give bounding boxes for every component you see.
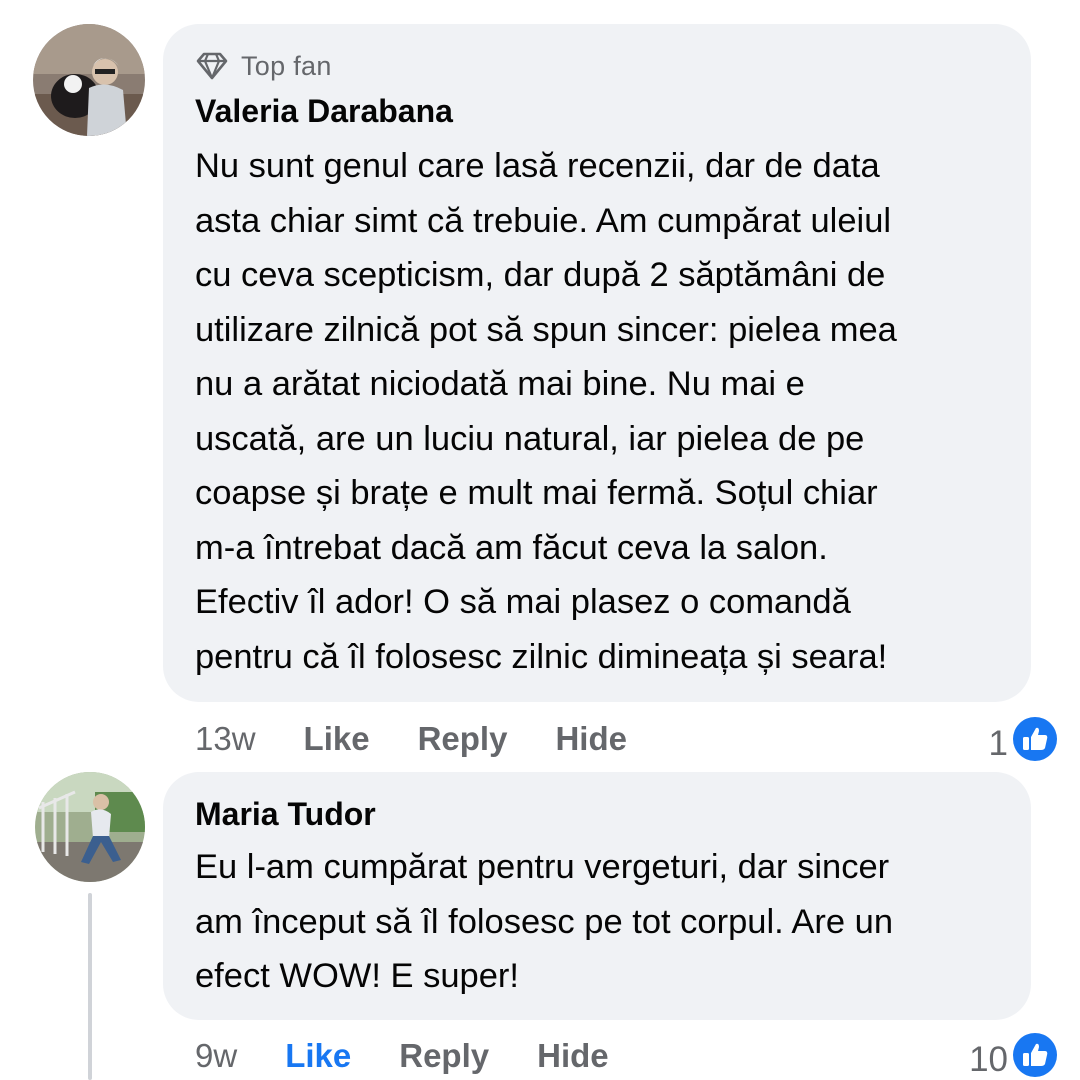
thumbs-up-icon bbox=[1012, 1032, 1058, 1080]
badge-label: Top fan bbox=[241, 50, 332, 81]
reaction-count: 1 bbox=[988, 723, 1008, 763]
comment-bubble: Top fan Valeria Darabana Nu sunt genul c… bbox=[163, 24, 1031, 702]
comment-bubble: Maria Tudor Eu l-am cumpărat pentru verg… bbox=[163, 772, 1031, 1020]
comment-text: Nu sunt genul care lasă recenzii, dar de… bbox=[195, 147, 897, 676]
diamond-icon bbox=[195, 51, 229, 81]
reply-button[interactable]: Reply bbox=[418, 720, 508, 758]
reaction-count: 10 bbox=[969, 1039, 1008, 1079]
reply-button[interactable]: Reply bbox=[399, 1037, 489, 1075]
avatar[interactable] bbox=[35, 772, 145, 882]
like-button[interactable]: Like bbox=[304, 720, 370, 758]
reaction-summary[interactable]: 1 bbox=[989, 716, 1058, 771]
timestamp[interactable]: 9w bbox=[195, 1037, 237, 1075]
hide-button[interactable]: Hide bbox=[555, 720, 627, 758]
reaction-summary[interactable]: 10 bbox=[969, 1032, 1058, 1080]
timestamp[interactable]: 13w bbox=[195, 720, 256, 758]
author-name[interactable]: Maria Tudor bbox=[195, 794, 1001, 834]
like-button[interactable]: Like bbox=[285, 1037, 351, 1075]
comment-text: Eu l-am cumpărat pentru vergeturi, dar s… bbox=[195, 848, 894, 995]
top-fan-badge: Top fan bbox=[195, 44, 1001, 88]
hide-button[interactable]: Hide bbox=[537, 1037, 609, 1075]
author-name[interactable]: Valeria Darabana bbox=[195, 91, 1001, 131]
thumbs-up-icon bbox=[1012, 716, 1058, 771]
thread-line bbox=[88, 893, 92, 1080]
avatar[interactable] bbox=[33, 24, 145, 136]
comment-thread: Top fan Valeria Darabana Nu sunt genul c… bbox=[0, 0, 1080, 1080]
comment-actions: 13w Like Reply Hide bbox=[195, 720, 675, 758]
comment-actions: 9w Like Reply Hide bbox=[195, 1037, 657, 1075]
